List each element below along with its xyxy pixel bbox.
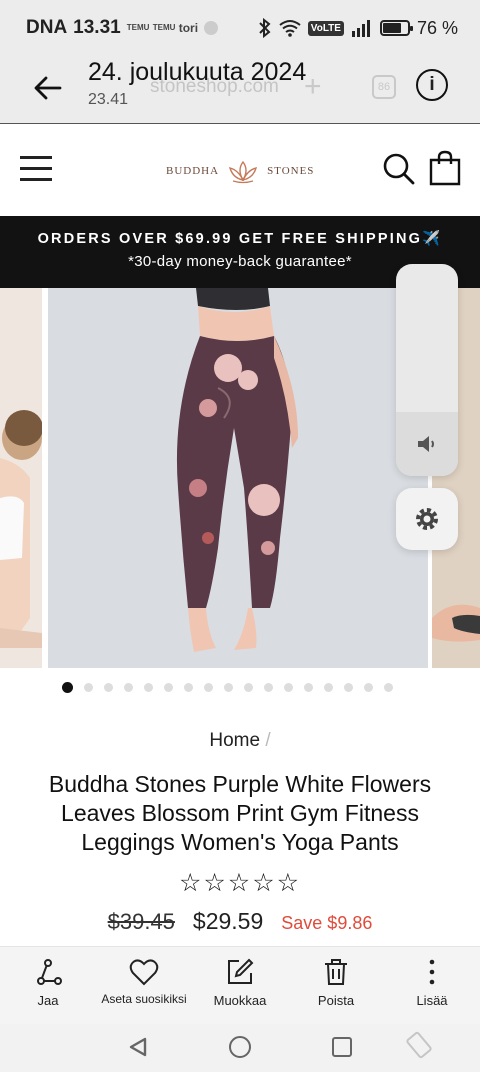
nav-recents-icon[interactable]: [332, 1037, 352, 1057]
price-row: $39.45 $29.59 Save $9.86: [0, 908, 480, 935]
gallery-pagination[interactable]: [62, 682, 393, 693]
temu-notification-icon: TEMU: [152, 23, 176, 32]
pagination-dot[interactable]: [284, 683, 293, 692]
volte-icon: VoLTE: [307, 20, 344, 36]
lotus-icon: [229, 160, 258, 184]
pagination-dot[interactable]: [62, 682, 73, 693]
gallery-header: stoneshop.com + 86 24. joulukuuta 2024 2…: [0, 56, 480, 124]
logo-text-left: BUDDHA: [166, 165, 220, 177]
search-icon[interactable]: [382, 152, 416, 186]
pagination-dot[interactable]: [124, 683, 133, 692]
screenshot-time: 23.41: [88, 91, 129, 108]
share-label: Jaa: [37, 993, 59, 1008]
more-vertical-icon: [429, 959, 435, 985]
pagination-dot[interactable]: [224, 683, 233, 692]
brand-logo[interactable]: BUDDHA STONES: [166, 158, 314, 184]
back-arrow-icon[interactable]: [30, 70, 66, 106]
system-navigation-bar: [0, 1024, 480, 1072]
trash-icon: [325, 959, 347, 985]
pagination-dot[interactable]: [204, 683, 213, 692]
clock: 13.31: [73, 17, 121, 38]
nav-back-icon[interactable]: [127, 1036, 149, 1058]
more-button[interactable]: Lisää: [384, 947, 480, 1024]
bluetooth-icon: [259, 18, 271, 38]
pagination-dot[interactable]: [344, 683, 353, 692]
edit-label: Muokkaa: [213, 993, 267, 1008]
edit-button[interactable]: Muokkaa: [192, 947, 288, 1024]
pagination-dot[interactable]: [164, 683, 173, 692]
previous-slide-image[interactable]: [0, 288, 42, 668]
signal-icon: [351, 20, 370, 37]
gear-icon: [416, 508, 438, 530]
sale-price: $29.59: [192, 908, 264, 934]
status-bar: DNA 13.31 TEMU TEMU tori VoLTE 76 %: [0, 0, 480, 56]
savings-label: Save $9.86: [281, 913, 373, 933]
heart-icon: [129, 959, 159, 986]
favorite-label: Aseta suosikiksi: [101, 992, 187, 1006]
logo-text-right: STONES: [267, 165, 315, 177]
faded-new-tab-icon: +: [304, 70, 322, 103]
screenshot-viewer: DNA 13.31 TEMU TEMU tori VoLTE 76 % ston…: [0, 0, 480, 1072]
screenshot-date: 24. joulukuuta 2024: [88, 58, 307, 86]
rating-stars[interactable]: ☆☆☆☆☆: [0, 868, 480, 898]
messenger-icon: [204, 21, 219, 35]
battery-icon: [379, 20, 413, 36]
pagination-dot[interactable]: [324, 683, 333, 692]
more-label: Lisää: [416, 993, 448, 1008]
free-shipping-text: ORDERS OVER $69.99 GET FREE SHIPPING✈️: [37, 231, 443, 247]
product-title: Buddha Stones Purple White Flowers Leave…: [48, 771, 432, 855]
volume-slider[interactable]: [396, 264, 458, 476]
volume-settings-button[interactable]: [396, 488, 458, 550]
pagination-dot[interactable]: [184, 683, 193, 692]
battery-percent: 76 %: [416, 17, 458, 38]
nav-home-icon[interactable]: [229, 1036, 251, 1058]
wifi-icon: [279, 20, 301, 37]
edit-icon: [228, 958, 254, 984]
breadcrumb-home-link[interactable]: Home: [209, 730, 260, 751]
pagination-dot[interactable]: [84, 683, 93, 692]
share-icon: [37, 959, 62, 985]
active-slide-image[interactable]: [48, 288, 428, 668]
temu-notification-icon: TEMU: [126, 23, 150, 32]
original-price: $39.45: [107, 909, 175, 934]
menu-icon[interactable]: [20, 156, 52, 182]
tori-notification-icon: tori: [178, 21, 199, 35]
pagination-dot[interactable]: [264, 683, 273, 692]
info-icon[interactable]: i: [416, 69, 448, 101]
rotate-screen-icon[interactable]: [404, 1030, 434, 1060]
carrier-label: DNA: [26, 17, 68, 38]
site-header: BUDDHA STONES: [0, 124, 480, 216]
speaker-icon: [418, 436, 434, 452]
shopping-bag-icon[interactable]: [428, 150, 462, 186]
pagination-dot[interactable]: [244, 683, 253, 692]
faded-tab-count: 86: [372, 75, 396, 99]
pagination-dot[interactable]: [144, 683, 153, 692]
share-button[interactable]: Jaa: [0, 947, 96, 1024]
breadcrumb-separator: /: [265, 730, 271, 751]
breadcrumb: Home /: [0, 730, 480, 752]
delete-label: Poista: [317, 993, 355, 1008]
pagination-dot[interactable]: [364, 683, 373, 692]
pagination-dot[interactable]: [104, 683, 113, 692]
pagination-dot[interactable]: [304, 683, 313, 692]
delete-button[interactable]: Poista: [288, 947, 384, 1024]
favorite-button[interactable]: Aseta suosikiksi: [96, 947, 192, 1024]
gallery-toolbar: Jaa Aseta suosikiksi Muokkaa Poista Lisä…: [0, 946, 480, 1024]
pagination-dot[interactable]: [384, 683, 393, 692]
